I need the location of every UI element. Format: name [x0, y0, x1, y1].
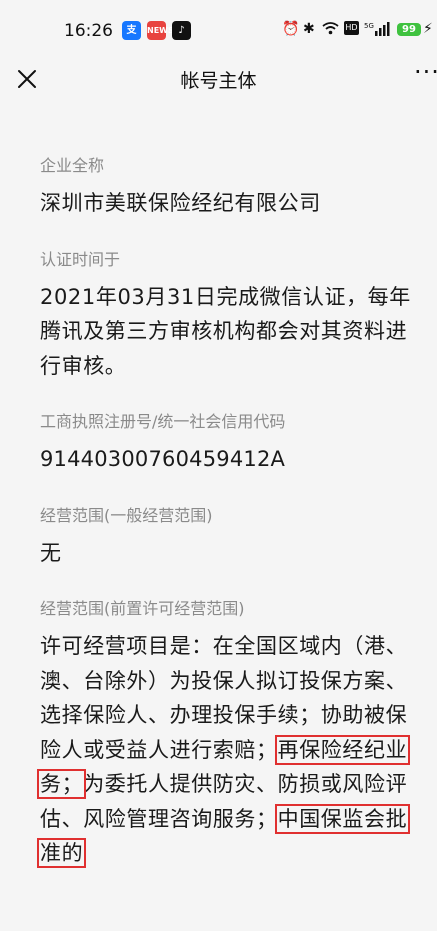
more-button[interactable]: ··· [414, 58, 437, 86]
licensed-scope-section: 经营范围(前置许可经营范围) 许可经营项目是：在全国区域内（港、澳、台除外）为投… [36, 598, 420, 871]
status-time: 16:26 [64, 21, 113, 41]
douyin-app-icon: ♪ [172, 21, 191, 40]
hd-icon: HD [344, 21, 359, 35]
certification-label: 认证时间于 [40, 249, 121, 269]
license-label: 工商执照注册号/统一社会信用代码 [40, 412, 286, 431]
status-bar: 16:26 支 NEWS ♪ ⏰ ✱ HD 5G 99 ⚡ [0, 0, 437, 56]
alarm-icon: ⏰ [282, 21, 300, 37]
nav-bar: 帐号主体 ··· [0, 56, 437, 102]
company-name-section: 企业全称 深圳市美联保险经纪有限公司 [40, 155, 420, 221]
license-value: 91440300760459412A [40, 447, 286, 471]
page-title: 帐号主体 [180, 70, 257, 92]
signal-icon: 5G [364, 21, 390, 40]
account-entity-info: 企业全称 深圳市美联保险经纪有限公司 认证时间于 2021年03月31日完成微信… [36, 155, 420, 899]
company-name-label: 企业全称 [40, 156, 105, 175]
wifi-icon [322, 21, 339, 39]
licensed-scope-value: 许可经营项目是：在全国区域内（港、澳、台除外）为投保人拟订投保方案、选择保险人、… [36, 629, 420, 871]
news-app-icon: NEWS [147, 21, 174, 40]
battery-icon: 99 [397, 23, 421, 36]
general-scope-value: 无 [40, 540, 62, 565]
general-scope-section: 经营范围(一般经营范围) 无 [40, 505, 420, 571]
charging-icon: ⚡ [423, 21, 433, 37]
certification-value: 2021年03月31日完成微信认证，每年腾讯及第三方审核机构都会对其资料进行审核… [40, 284, 411, 378]
certification-section: 认证时间于 2021年03月31日完成微信认证，每年腾讯及第三方审核机构都会对其… [40, 249, 420, 384]
licensed-scope-label: 经营范围(前置许可经营范围) [40, 599, 245, 618]
alipay-app-icon: 支 [122, 21, 141, 40]
general-scope-label: 经营范围(一般经营范围) [40, 505, 213, 525]
company-name-value: 深圳市美联保险经纪有限公司 [40, 191, 321, 215]
bluetooth-icon: ✱ [303, 21, 315, 37]
svg-text:5G: 5G [364, 22, 374, 30]
license-section: 工商执照注册号/统一社会信用代码 91440300760459412A [40, 411, 420, 477]
